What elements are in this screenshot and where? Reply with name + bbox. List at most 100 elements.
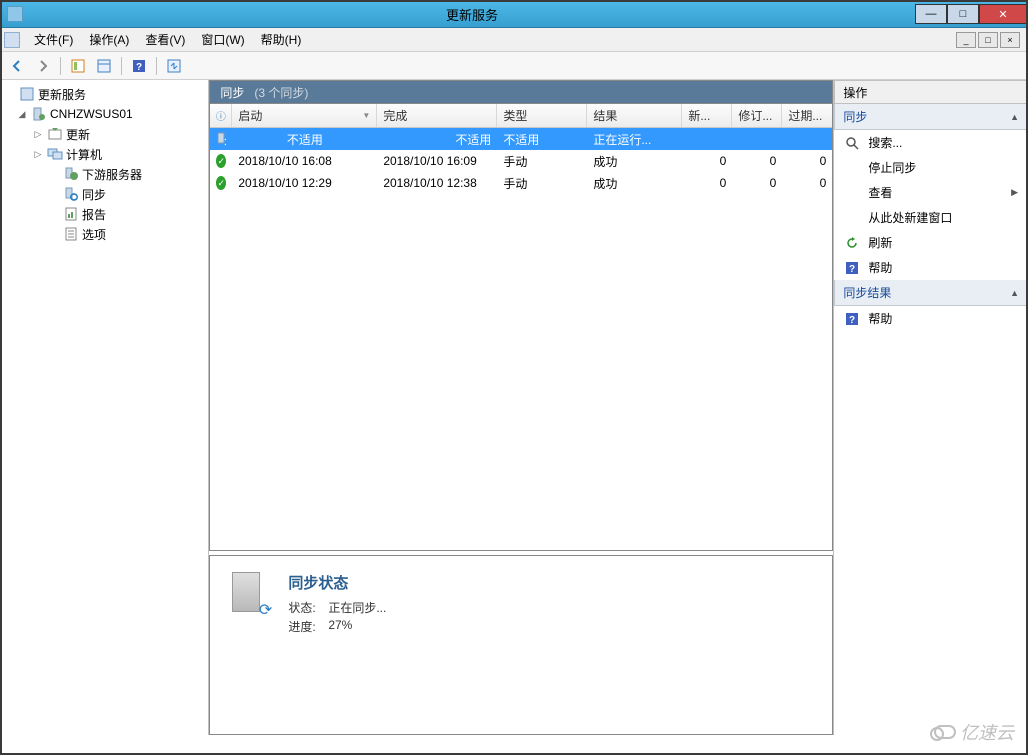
col-start[interactable]: 启动▼ xyxy=(232,104,377,127)
tree-downstream[interactable]: 下游服务器 xyxy=(2,164,206,184)
toolbar: ? xyxy=(0,52,1028,80)
mmc-icon xyxy=(4,32,20,48)
help-icon: ? xyxy=(844,311,860,327)
actions-section-result[interactable]: 同步结果 ▲ xyxy=(834,280,1028,306)
service-icon xyxy=(19,86,35,102)
table-row[interactable]: 不适用不适用不适用正在运行... xyxy=(210,128,832,150)
action-help-result[interactable]: ? 帮助 xyxy=(834,306,1028,331)
minimize-button[interactable]: — xyxy=(915,4,947,24)
action-search[interactable]: 搜索... xyxy=(834,130,1028,155)
expand-icon[interactable]: ▷ xyxy=(32,149,44,160)
updates-icon xyxy=(47,126,63,142)
cell: 成功 xyxy=(587,153,682,170)
tree-updates[interactable]: ▷ 更新 xyxy=(2,124,206,144)
app-icon xyxy=(7,6,23,22)
tree-root[interactable]: 更新服务 xyxy=(2,84,206,104)
action-label: 停止同步 xyxy=(868,159,916,176)
action-stop-sync[interactable]: 停止同步 xyxy=(834,155,1028,180)
menu-view[interactable]: 查看(V) xyxy=(137,28,193,51)
col-exp[interactable]: 过期... xyxy=(782,104,832,127)
action-label: 帮助 xyxy=(868,259,892,276)
list-count: (3 个同步) xyxy=(254,84,308,101)
cloud-icon xyxy=(934,725,956,739)
cell: 0 xyxy=(782,154,832,168)
report-icon xyxy=(63,206,79,222)
menu-help[interactable]: 帮助(H) xyxy=(253,28,310,51)
mdi-minimize-button[interactable]: _ xyxy=(956,32,976,48)
tree-sync[interactable]: 同步 xyxy=(2,184,206,204)
cell: 2018/10/10 12:38 xyxy=(377,176,497,190)
tree-reports[interactable]: 报告 xyxy=(2,204,206,224)
tree-label: 计算机 xyxy=(66,146,102,163)
collapse-icon[interactable]: ▲ xyxy=(1010,112,1019,122)
watermark-text: 亿速云 xyxy=(960,719,1014,745)
cell: 2018/10/10 16:08 xyxy=(232,154,377,168)
cell: 0 xyxy=(732,154,782,168)
cell: 正在运行... xyxy=(587,131,682,148)
cell: 0 xyxy=(782,176,832,190)
expand-icon[interactable]: ▷ xyxy=(32,129,44,140)
tree-label: 更新服务 xyxy=(38,86,86,103)
forward-button[interactable] xyxy=(32,55,54,77)
blank-icon xyxy=(844,160,860,176)
sync-toolbar-button[interactable] xyxy=(163,55,185,77)
search-icon xyxy=(844,135,860,151)
col-end[interactable]: 完成 xyxy=(377,104,497,127)
window-controls: — □ ✕ xyxy=(915,4,1027,24)
col-type[interactable]: 类型 xyxy=(497,104,587,127)
svg-text:?: ? xyxy=(136,62,142,73)
tree-options[interactable]: 选项 xyxy=(2,224,206,244)
action-label: 刷新 xyxy=(868,234,892,251)
action-label: 查看 xyxy=(868,184,892,201)
cell: 手动 xyxy=(497,153,587,170)
tree-label: 报告 xyxy=(82,206,106,223)
tree-label: 下游服务器 xyxy=(82,166,142,183)
col-rev[interactable]: 修订... xyxy=(732,104,782,127)
tree-computers[interactable]: ▷ 计算机 xyxy=(2,144,206,164)
blank-icon xyxy=(844,185,860,201)
mdi-close-button[interactable]: × xyxy=(1000,32,1020,48)
sync-icon xyxy=(63,186,79,202)
mdi-restore-button[interactable]: □ xyxy=(978,32,998,48)
maximize-button[interactable]: □ xyxy=(947,4,979,24)
action-refresh[interactable]: 刷新 xyxy=(834,230,1028,255)
action-new-window[interactable]: 从此处新建窗口 xyxy=(834,205,1028,230)
tree-label: 更新 xyxy=(66,126,90,143)
svg-text:?: ? xyxy=(849,264,855,275)
menu-action[interactable]: 操作(A) xyxy=(81,28,137,51)
action-view[interactable]: 查看 ▶ xyxy=(834,180,1028,205)
properties-button[interactable] xyxy=(93,55,115,77)
tree-server[interactable]: ◢ CNHZWSUS01 xyxy=(2,104,206,124)
menu-file[interactable]: 文件(F) xyxy=(26,28,81,51)
close-button[interactable]: ✕ xyxy=(979,4,1027,24)
toolbar-separator xyxy=(121,57,122,75)
progress-label: 进度: xyxy=(288,618,328,635)
table-row[interactable]: ✓2018/10/10 16:082018/10/10 16:09手动成功000 xyxy=(210,150,832,172)
actions-section-sync[interactable]: 同步 ▲ xyxy=(834,104,1028,130)
collapse-icon[interactable]: ▲ xyxy=(1010,288,1019,298)
sync-status-icon: ⟳ xyxy=(232,572,272,620)
actions-header: 操作 xyxy=(834,80,1028,104)
menu-window[interactable]: 窗口(W) xyxy=(193,28,252,51)
cell: 0 xyxy=(682,176,732,190)
col-status-icon[interactable]: ⓘ xyxy=(210,104,232,127)
help-button[interactable]: ? xyxy=(128,55,150,77)
cell: 不适用 xyxy=(497,131,587,148)
downstream-icon xyxy=(63,166,79,182)
menu-bar: 文件(F) 操作(A) 查看(V) 窗口(W) 帮助(H) _ □ × xyxy=(0,28,1028,52)
cell: 2018/10/10 12:29 xyxy=(232,176,377,190)
window-titlebar: 更新服务 — □ ✕ xyxy=(0,0,1028,28)
toolbar-separator xyxy=(60,57,61,75)
list-header: 同步 (3 个同步) xyxy=(209,80,833,104)
section-title: 同步 xyxy=(843,108,867,125)
col-new[interactable]: 新... xyxy=(682,104,732,127)
action-help[interactable]: ? 帮助 xyxy=(834,255,1028,280)
back-button[interactable] xyxy=(6,55,28,77)
state-value: 正在同步... xyxy=(328,599,386,616)
table-row[interactable]: ✓2018/10/10 12:292018/10/10 12:38手动成功000 xyxy=(210,172,832,194)
sort-desc-icon: ▼ xyxy=(362,111,370,120)
action-label: 从此处新建窗口 xyxy=(868,209,952,226)
expand-icon[interactable]: ◢ xyxy=(16,109,28,120)
show-hide-tree-button[interactable] xyxy=(67,55,89,77)
col-result[interactable]: 结果 xyxy=(587,104,682,127)
